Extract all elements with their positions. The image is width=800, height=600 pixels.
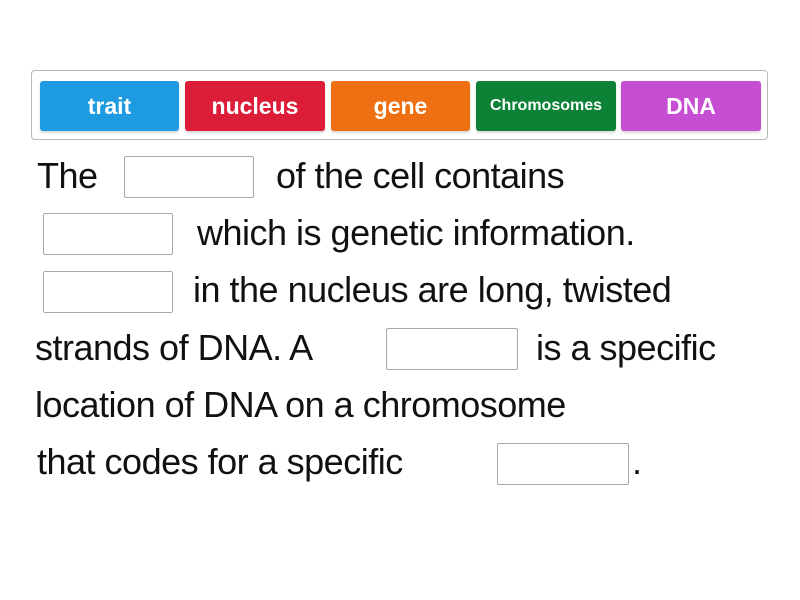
blank-slot-5[interactable] — [497, 443, 629, 485]
sentence-text: location of DNA on a chromosome — [35, 384, 566, 425]
blank-slot-4[interactable] — [386, 328, 518, 370]
sentence-text: strands of DNA. A — [35, 327, 313, 368]
blank-slot-2[interactable] — [43, 213, 173, 255]
blank-slot-3[interactable] — [43, 271, 173, 313]
word-tile-nucleus[interactable]: nucleus — [185, 81, 325, 131]
sentence-text: in the nucleus are long, twisted — [193, 269, 672, 310]
sentence-text: is a specific — [536, 327, 716, 368]
period-text: . — [632, 441, 642, 482]
sentence-text: that codes for a specific — [37, 441, 403, 482]
word-tile-gene[interactable]: gene — [331, 81, 470, 131]
word-tile-chromosomes[interactable]: Chromosomes — [476, 81, 616, 131]
sentence-text: The — [37, 155, 98, 196]
sentence-text: of the cell contains — [276, 155, 565, 196]
blank-slot-1[interactable] — [124, 156, 254, 198]
word-tile-trait[interactable]: trait — [40, 81, 179, 131]
word-bank: trait nucleus gene Chromosomes DNA — [31, 70, 768, 140]
sentence-text: which is genetic information. — [197, 212, 635, 253]
word-tile-dna[interactable]: DNA — [621, 81, 761, 131]
